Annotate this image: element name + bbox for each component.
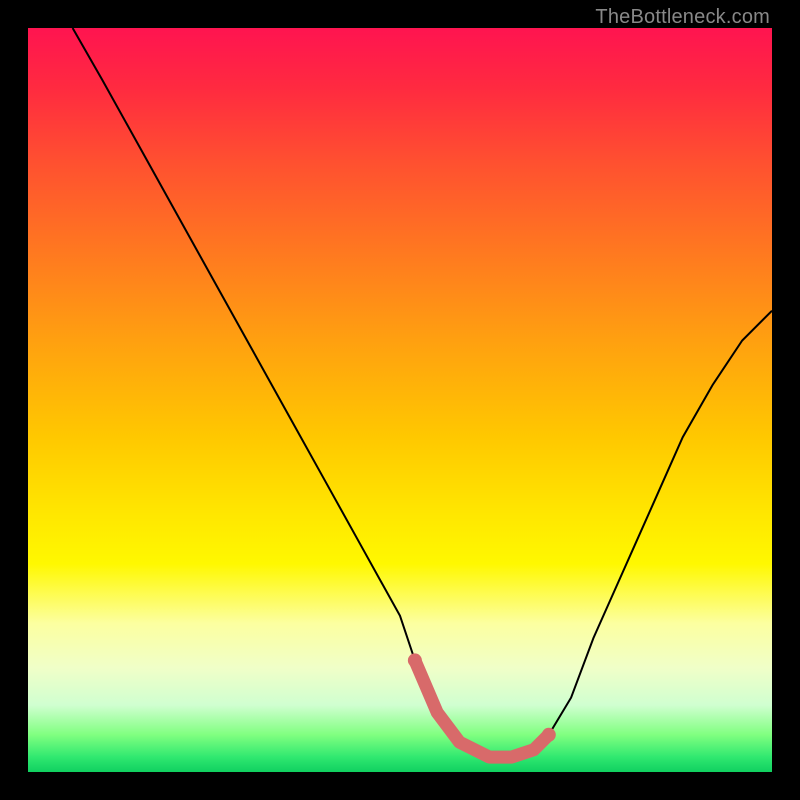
chart-svg — [28, 28, 772, 772]
highlight-start-dot — [408, 653, 422, 667]
highlight-end-dot — [542, 728, 556, 742]
highlight-segment — [415, 660, 549, 757]
plot-area — [28, 28, 772, 772]
chart-frame: TheBottleneck.com — [0, 0, 800, 800]
curve-group — [73, 28, 772, 757]
main-curve — [73, 28, 772, 757]
watermark-text: TheBottleneck.com — [595, 6, 770, 29]
